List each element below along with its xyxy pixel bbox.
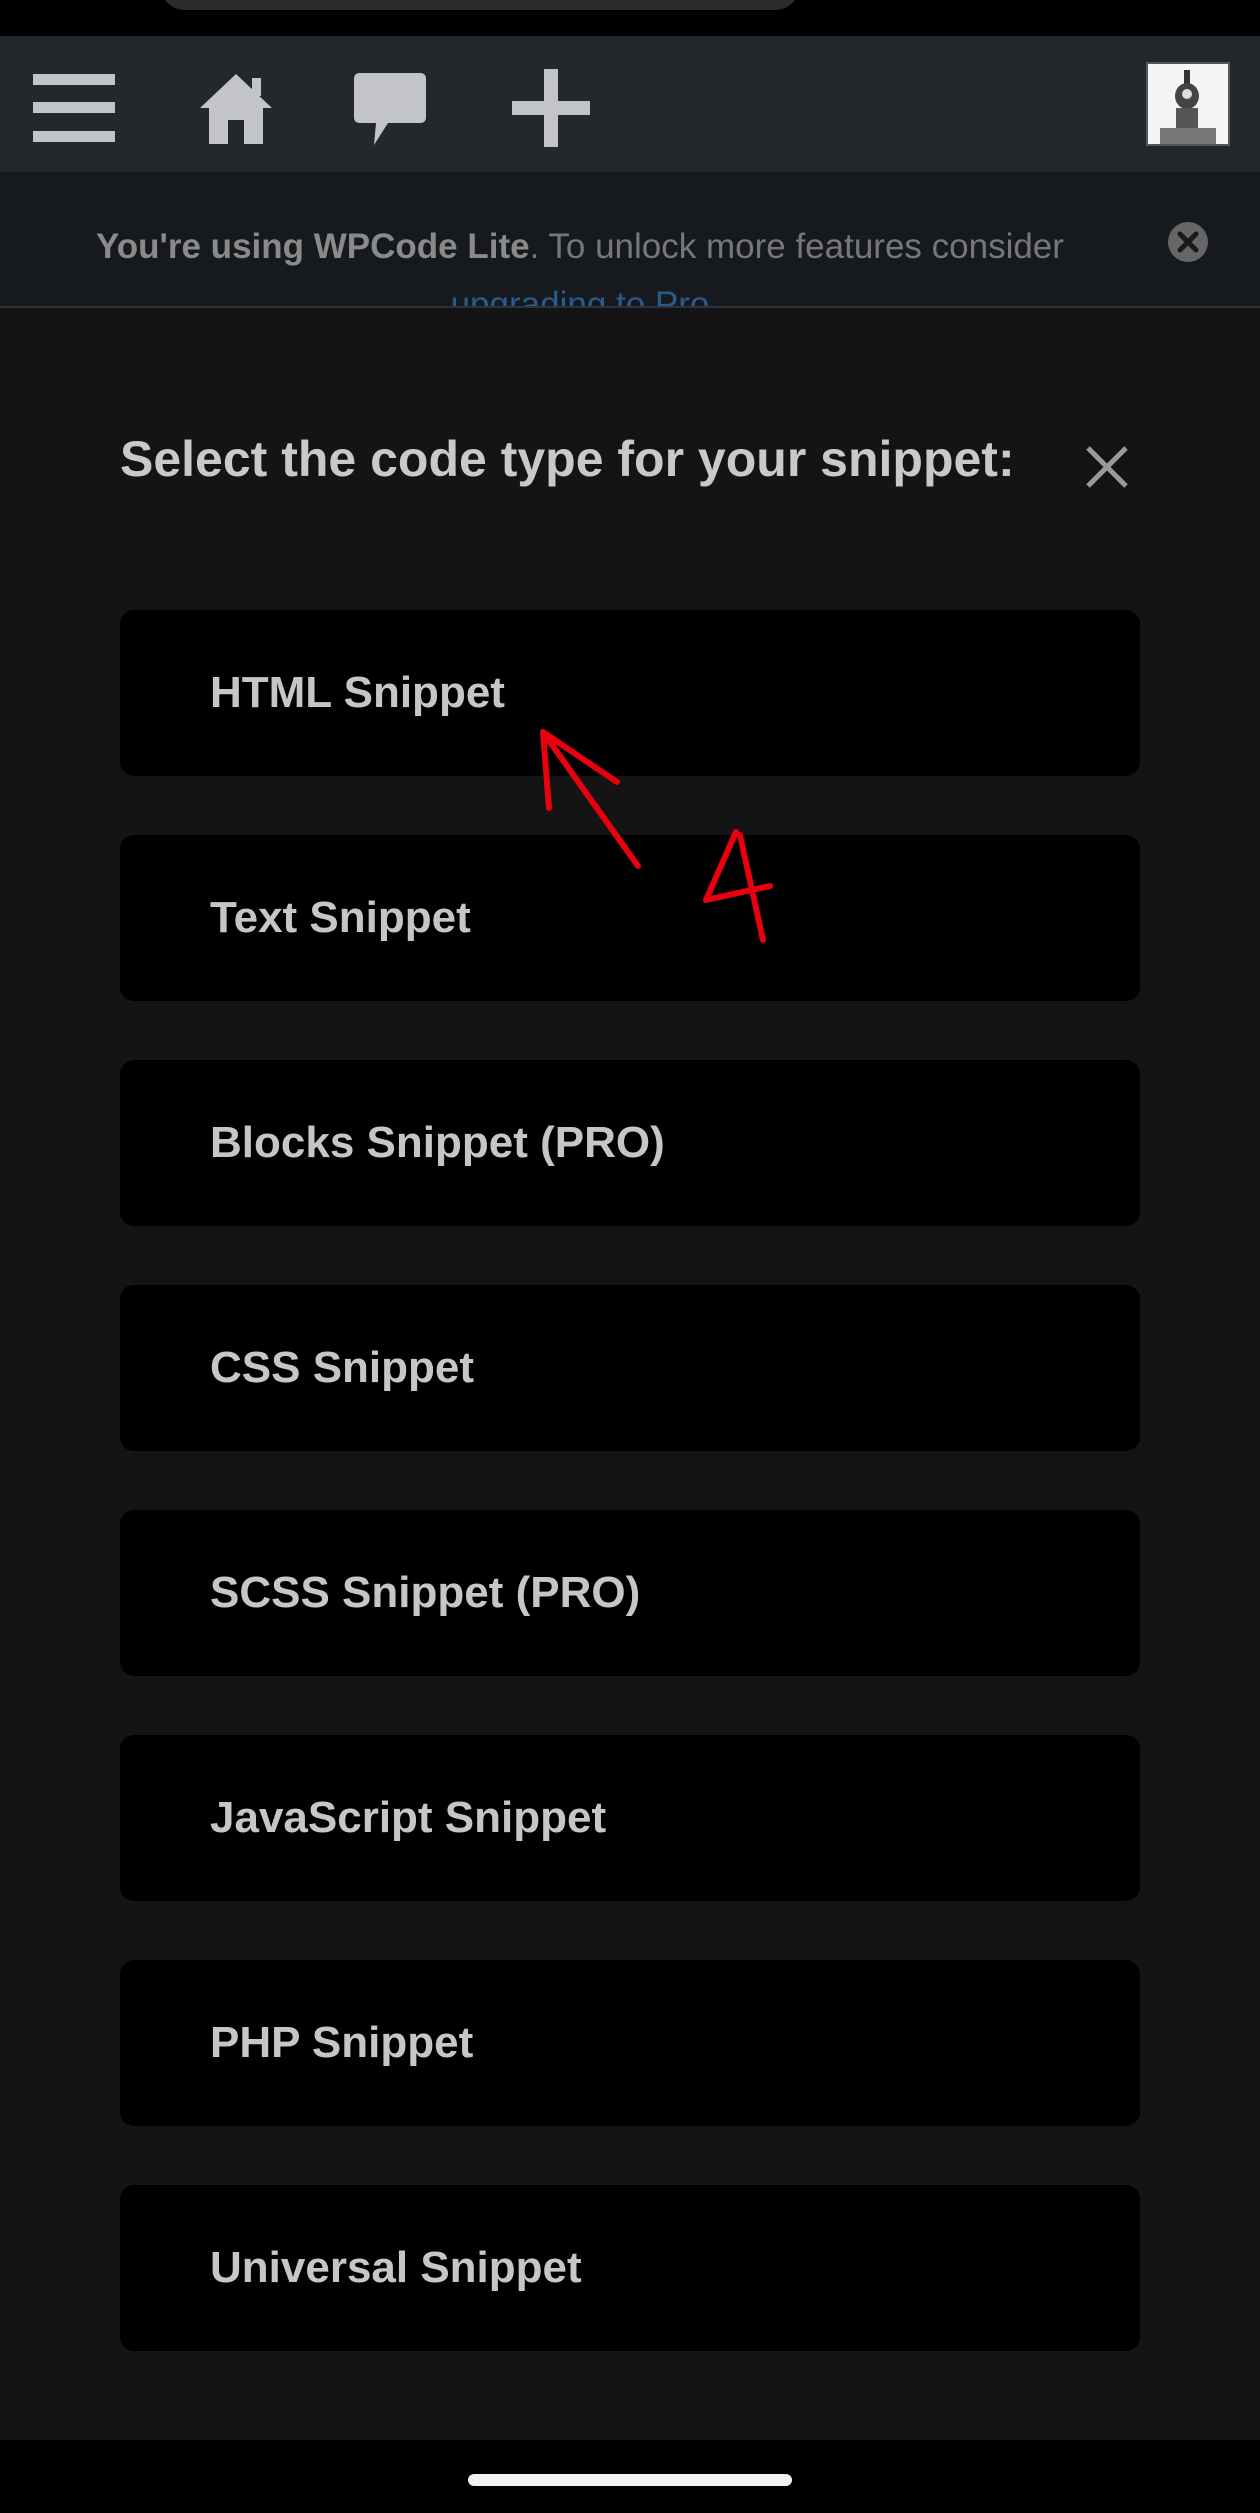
- option-label: Universal Snippet: [210, 2243, 582, 2292]
- status-bar: [0, 0, 1260, 36]
- option-text-snippet[interactable]: Text Snippet: [120, 835, 1140, 1001]
- option-label: SCSS Snippet (PRO): [210, 1568, 641, 1617]
- option-blocks-snippet[interactable]: Blocks Snippet (PRO): [120, 1060, 1140, 1226]
- option-css-snippet[interactable]: CSS Snippet: [120, 1285, 1140, 1451]
- option-javascript-snippet[interactable]: JavaScript Snippet: [120, 1735, 1140, 1901]
- home-bar[interactable]: [468, 2474, 792, 2486]
- upgrade-notice: You're using WPCode Lite. To unlock more…: [0, 172, 1260, 308]
- comment-icon[interactable]: [342, 60, 438, 156]
- option-label: PHP Snippet: [210, 2018, 474, 2067]
- user-avatar[interactable]: [1146, 62, 1230, 146]
- option-label: HTML Snippet: [210, 668, 505, 717]
- option-php-snippet[interactable]: PHP Snippet: [120, 1960, 1140, 2126]
- notice-body-text: . To unlock more features consider: [529, 227, 1064, 266]
- red-annotation: [540, 729, 773, 943]
- option-label: JavaScript Snippet: [210, 1793, 607, 1842]
- menu-icon[interactable]: [26, 60, 122, 156]
- option-label: Text Snippet: [210, 893, 471, 942]
- option-label: CSS Snippet: [210, 1343, 475, 1392]
- home-indicator: [0, 2440, 1260, 2513]
- notice-text: You're using WPCode Lite. To unlock more…: [40, 218, 1120, 306]
- option-scss-snippet[interactable]: SCSS Snippet (PRO): [120, 1510, 1140, 1676]
- option-html-snippet[interactable]: HTML Snippet: [120, 610, 1140, 776]
- plus-icon[interactable]: [503, 60, 599, 156]
- option-label: Blocks Snippet (PRO): [210, 1118, 665, 1167]
- option-universal-snippet[interactable]: Universal Snippet: [120, 2185, 1140, 2351]
- home-icon[interactable]: [188, 60, 284, 156]
- notice-dismiss-icon[interactable]: [1166, 220, 1210, 264]
- notice-bold-text: You're using WPCode Lite: [96, 227, 530, 266]
- close-icon[interactable]: [1080, 440, 1134, 494]
- modal-title: Select the code type for your snippet:: [120, 431, 1015, 487]
- dynamic-island: [160, 0, 800, 10]
- upgrade-link[interactable]: upgrading to Pro: [451, 285, 710, 306]
- admin-bar: [0, 36, 1260, 172]
